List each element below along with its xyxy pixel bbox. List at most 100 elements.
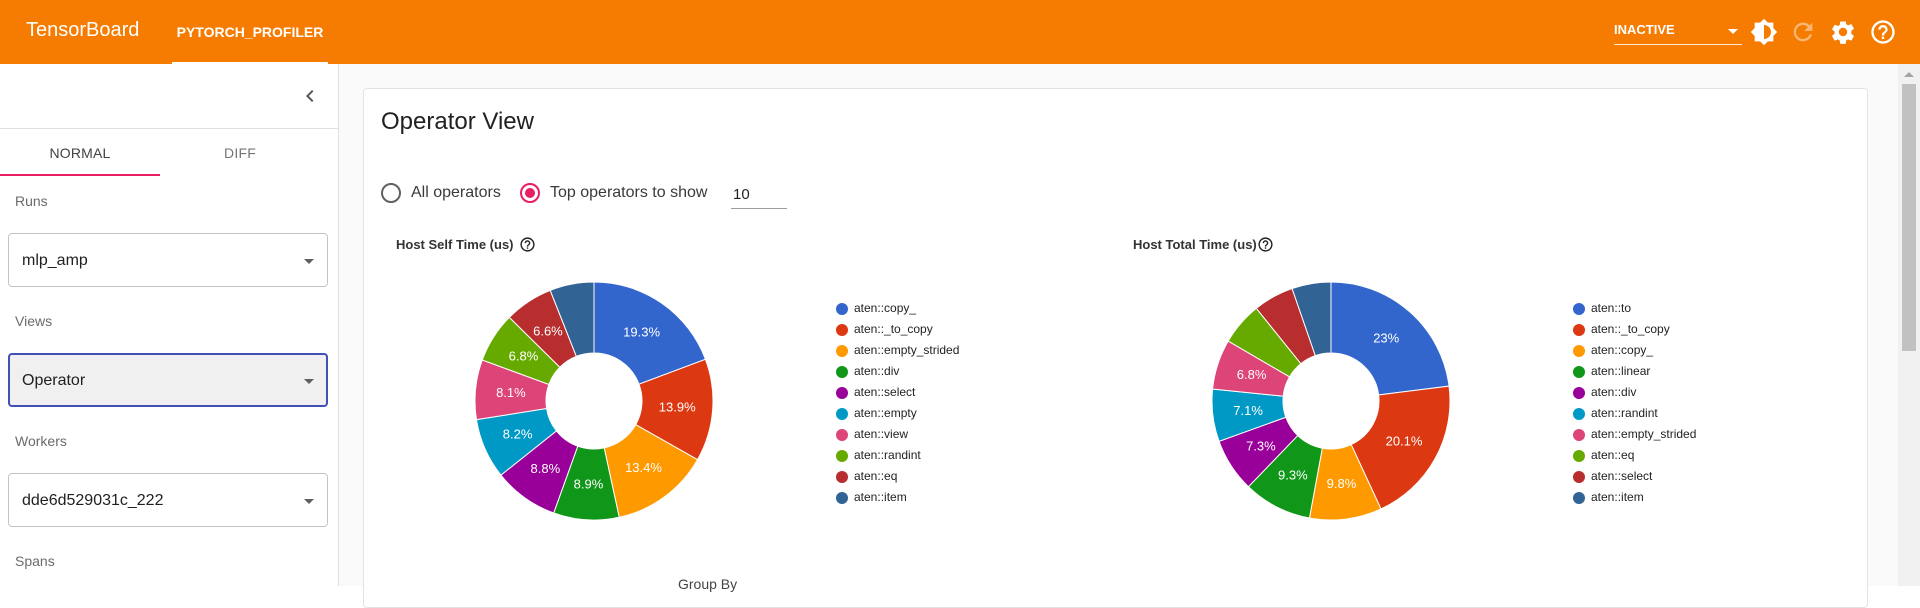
chart-title-host-total-time: Host Total Time (us) (1133, 237, 1257, 252)
help-icon[interactable] (1869, 18, 1897, 46)
legend-label: aten::_to_copy (1591, 322, 1670, 336)
pie-slice-label: 20.1% (1386, 433, 1423, 448)
legend-swatch (836, 324, 848, 336)
chevron-down-icon (304, 379, 314, 384)
legend-label: aten::randint (854, 448, 921, 462)
chart-title-host-self-time: Host Self Time (us) (396, 237, 514, 252)
pie-slice-label: 7.3% (1246, 438, 1276, 453)
pie-slice-label: 7.1% (1233, 403, 1263, 418)
legend-swatch (1573, 429, 1585, 441)
legend-label: aten::randint (1591, 406, 1658, 420)
radio-all-operators[interactable] (381, 183, 401, 203)
pie-slice-label: 6.8% (509, 348, 539, 363)
legend-swatch (1573, 492, 1585, 504)
legend-label: aten::copy_ (854, 301, 917, 315)
pie-slice-label: 23% (1373, 330, 1399, 345)
legend-swatch (1573, 303, 1585, 315)
legend-swatch (836, 345, 848, 357)
legend-swatch (836, 429, 848, 441)
pie-slice-label: 8.1% (496, 385, 526, 400)
legend-label: aten::eq (854, 469, 898, 483)
workers-select[interactable]: dde6d529031c_222 (8, 473, 328, 527)
brightness-icon[interactable] (1750, 18, 1778, 46)
pie-slice-label: 13.4% (625, 460, 662, 475)
runs-select[interactable]: mlp_amp (8, 233, 328, 287)
chevron-down-icon (1728, 29, 1738, 34)
chevron-left-icon (306, 90, 314, 102)
legend-swatch (836, 303, 848, 315)
radio-top-operators-label: Top operators to show (550, 184, 708, 201)
pie-slice-label: 8.9% (574, 476, 604, 491)
runs-select-value: mlp_amp (22, 252, 88, 269)
legend-label: aten::select (854, 385, 916, 399)
tab-active-indicator (0, 174, 160, 176)
refresh-icon[interactable] (1789, 18, 1817, 46)
legend-label: aten::empty_strided (1591, 427, 1697, 441)
tab-diff-label: DIFF (224, 145, 256, 161)
tab-normal-label: NORMAL (49, 145, 111, 161)
main-content: Operator View All operators Top operator… (339, 64, 1900, 608)
legend-swatch (836, 471, 848, 483)
legend-label: aten::item (1591, 490, 1644, 504)
legend-swatch (1573, 345, 1585, 357)
legend-label: aten::_to_copy (854, 322, 933, 336)
help-icon[interactable] (519, 236, 536, 253)
legend-label: aten::item (854, 490, 907, 504)
runs-label: Runs (15, 193, 48, 209)
pie-slice-label: 9.8% (1327, 476, 1357, 491)
legend-swatch (836, 366, 848, 378)
legend-label: aten::copy_ (1591, 343, 1654, 357)
legend-label: aten::empty_strided (854, 343, 960, 357)
legend-swatch (1573, 324, 1585, 336)
pie-chart-host-total-time: 23% 20.1% 9.8% 9.3%7.3% 7.1% 6.8% (1211, 281, 1451, 521)
tab-diff[interactable]: DIFF (160, 130, 320, 176)
legend-label: aten::to (1591, 301, 1632, 315)
tab-pytorch-profiler[interactable]: PYTORCH_PROFILER (172, 0, 328, 64)
chevron-down-icon (304, 259, 314, 264)
legend-label: aten::div (854, 364, 900, 378)
legend-label: aten::linear (1591, 364, 1651, 378)
spans-label: Spans (15, 553, 55, 569)
legend-swatch (1573, 366, 1585, 378)
views-select-value: Operator (22, 372, 86, 389)
views-label: Views (15, 313, 53, 329)
legend-swatch (836, 492, 848, 504)
pie-slice-label: 6.8% (1237, 367, 1267, 382)
inactive-plugins-select[interactable]: INACTIVE (1614, 18, 1742, 45)
group-by-label: Group By (678, 576, 738, 592)
pie-slice-label: 9.3% (1278, 467, 1308, 482)
sidebar: NORMAL DIFF Runs mlp_amp Views Operator … (0, 64, 339, 586)
top-operators-count-input[interactable] (731, 181, 787, 209)
chevron-down-icon (304, 499, 314, 504)
pie-slice-label: 19.3% (623, 324, 660, 339)
collapse-sidebar-button[interactable] (298, 84, 322, 108)
legend-label: aten::select (1591, 469, 1653, 483)
vertical-scrollbar[interactable] (1898, 64, 1920, 586)
tab-normal[interactable]: NORMAL (0, 130, 160, 176)
legend-label: aten::empty (854, 406, 917, 420)
radio-top-operators[interactable] (520, 183, 540, 203)
settings-icon[interactable] (1829, 18, 1857, 46)
legend-swatch (836, 408, 848, 420)
app-brand: TensorBoard (26, 19, 140, 41)
sidebar-divider (0, 128, 338, 129)
pie-slice-label: 8.8% (531, 461, 561, 476)
scrollbar-thumb[interactable] (1902, 84, 1916, 351)
pie-slice-label: 6.6% (533, 323, 563, 338)
legend-swatch (1573, 471, 1585, 483)
legend-swatch (836, 450, 848, 462)
legend-swatch (1573, 408, 1585, 420)
scroll-up-arrow-icon[interactable] (1904, 72, 1914, 77)
legend-label: aten::eq (1591, 448, 1635, 462)
pie-slice-label: 13.9% (659, 400, 696, 415)
radio-all-operators-label: All operators (411, 184, 501, 201)
workers-select-value: dde6d529031c_222 (22, 492, 164, 509)
views-select[interactable]: Operator (8, 353, 328, 407)
pie-slice-label: 8.2% (503, 427, 533, 442)
pie-chart-host-self-time: 19.3% 13.9% 13.4% 8.9% 8.8% 8.2% 8.1% 6.8% 6.6% (474, 281, 714, 521)
help-icon[interactable] (1257, 236, 1274, 253)
legend-swatch (1573, 450, 1585, 462)
radio-selected-dot (525, 188, 535, 198)
operator-view-card: Operator View All operators Top operator… (363, 88, 1868, 608)
tab-pytorch-profiler-label: PYTORCH_PROFILER (176, 24, 324, 40)
